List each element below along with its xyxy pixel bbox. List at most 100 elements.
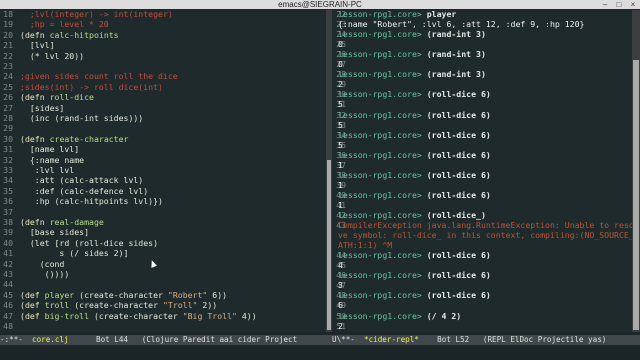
repl-line[interactable]: 26 lesson-rpg1.core> (rand-int 3) [332,49,640,60]
line-text: (defn calc-hitpoints [20,30,119,41]
token-cmd: (rand-int 3) [426,29,486,40]
repl-line[interactable]: 32 lesson-rpg1.core> (roll-dice 6) [332,110,640,121]
code-line[interactable]: 35 :def (calc-defence lvl) [0,186,326,197]
code-line[interactable]: 48 [0,321,326,332]
line-text: ;sides(int) -> roll dice(int) [20,82,163,93]
code-line[interactable]: 46 (def troll (create-character "Troll" 2… [0,300,326,311]
repl-line[interactable]: 34 lesson-rpg1.core> (roll-dice 6) [332,130,640,141]
token-txt: (create-character [74,300,163,311]
token-cmd: (roll-dice 6) [426,149,491,160]
repl-line[interactable]: 30 lesson-rpg1.core> (roll-dice 6) [332,89,640,100]
repl-line[interactable]: 24 lesson-rpg1.core> (rand-int 3) [332,29,640,40]
line-number: 48 [3,321,13,331]
code-scrollbar-thumb[interactable] [327,160,331,330]
token-prompt: lesson-rpg1.core> [338,331,427,332]
code-line[interactable]: 39 [base sides] [0,227,326,238]
code-line[interactable]: 18 ;lvl(integer) -> int(integer) [0,10,326,20]
line-text: lesson-rpg1.core> (rand-int 3) [338,49,486,60]
code-line[interactable]: 27 [sides] [0,103,326,114]
code-line[interactable]: 36 :hp (calc-hitpoints lvl)}) [0,196,326,207]
token-str: "Robert" [167,289,208,300]
token-fn: big-troll [44,310,94,321]
repl-line[interactable]: 28 lesson-rpg1.core> (rand-int 3) [332,69,640,80]
token-txt: :att (calc-attack lvl) [20,175,144,186]
repl-pane[interactable]: 22 lesson-rpg1.core> player 23 {:name "Robe… [332,10,640,332]
code-line[interactable]: 32 {:name name [0,154,326,166]
token-txt: 6)) [207,289,228,300]
repl-line[interactable]: 38 lesson-rpg1.core> (roll-dice 6) [332,169,640,181]
token-cmd: (roll-dice 6) [426,270,491,281]
modeline-code-buffer-name[interactable]: core.clj [32,335,69,344]
code-line[interactable]: 26 (defn roll-dice [0,92,326,103]
line-text: lesson-rpg1.core> (roll-dice 6) [338,270,491,281]
line-text: lesson-rpg1.core> (roll-dice 6) [338,169,491,181]
code-line[interactable]: 47 (def big-troll (create-character "Big … [0,310,326,322]
token-prompt: lesson-rpg1.core> [338,270,427,281]
code-line[interactable]: 29 [0,124,326,134]
code-line[interactable]: 21 [lvl] [0,40,326,51]
minibuffer[interactable] [0,345,640,360]
code-line[interactable]: 28 (inc (rand-int sides))) [0,113,326,124]
code-line[interactable]: 19 ;hp = level * 20 [0,19,326,30]
code-line[interactable]: 22 (* lvl 20)) [0,50,326,62]
line-text: (def big-troll (create-character "Big Tr… [20,310,257,322]
repl-line[interactable]: 50 lesson-rpg1.core> (/ 4 2) [332,310,640,322]
line-text: [lvl] [20,40,55,51]
code-line[interactable]: 30 (defn create-character [0,134,326,145]
token-str: "Troll" [162,300,198,311]
code-line[interactable]: 37 [0,207,326,218]
code-line[interactable]: 34 :att (calc-attack lvl) [0,175,326,186]
code-editor-pane[interactable]: 18 ;lvl(integer) -> int(integer) 19 ;hp =… [0,10,326,332]
repl-line[interactable]: 48 lesson-rpg1.core> (roll-dice 6) [332,290,640,301]
token-prompt: lesson-rpg1.core> [338,169,427,180]
line-text: [base sides] [20,227,90,238]
token-out: 0 [338,59,343,70]
line-number: 22 [3,50,13,61]
code-line[interactable]: 38 (defn real-damage [0,217,326,228]
repl-line[interactable]: 46 lesson-rpg1.core> (roll-dice 6) [332,270,640,281]
line-text: ;lvl(integer) -> int(integer) [20,10,173,20]
code-line[interactable]: 44 [0,280,326,290]
token-cmd: (roll-dice_) [426,210,486,220]
token-txt: 2)) [197,300,218,311]
line-number: 23 [3,61,13,71]
token-out: 2 [338,79,343,90]
token-prompt: lesson-rpg1.core> [338,49,427,60]
code-line[interactable]: 45 (def player (create-character "Robert"… [0,289,326,301]
code-line[interactable]: 23 [0,61,326,72]
code-line[interactable]: 42 (cond [0,259,326,270]
minimize-icon[interactable]: – [598,0,612,9]
code-line[interactable]: 41 s (/ sides 2)] [0,248,326,259]
token-cmd: (roll-dice 6) [426,89,491,100]
repl-scrollbar-thumb[interactable] [633,60,639,330]
code-line[interactable]: 33 :lvl lvl [0,165,326,176]
token-cmd: (rand-int 3) [426,49,486,60]
line-text: (* lvl 20)) [20,50,85,62]
token-prompt: lesson-rpg1.core> [338,310,427,321]
code-line[interactable]: 25 ;sides(int) -> roll dice(int) [0,82,326,93]
token-cmt: ;lvl(integer) -> int(integer) [20,10,173,19]
repl-line[interactable]: 44 lesson-rpg1.core> (roll-dice 6) [332,250,640,261]
line-text: :att (calc-attack lvl) [20,175,144,186]
code-line[interactable]: 43 ()))) [0,269,326,280]
token-fn: real-damage [49,217,104,227]
line-number: 29 [3,123,13,134]
code-line[interactable]: 20 (defn calc-hitpoints [0,30,326,41]
close-icon[interactable]: × [626,0,640,9]
repl-line[interactable]: 40 lesson-rpg1.core> (roll-dice 6) [332,190,640,201]
token-txt: :hp (calc-hitpoints lvl)}) [20,196,163,207]
code-line[interactable]: 40 (let [rd (roll-dice sides) [0,238,326,249]
code-line[interactable]: 24 ;given sides count roll the dice [0,71,326,82]
modeline-repl-buffer-name[interactable]: *cider-repl* [364,335,419,344]
line-number: 28 [3,113,13,123]
code-line[interactable]: 31 [name lvl] [0,144,326,155]
token-out: 1 [338,199,343,210]
repl-scrollbar[interactable] [632,10,640,332]
line-number: 44 [3,279,13,290]
line-text: :hp (calc-hitpoints lvl)}) [20,196,163,207]
token-txt: (* lvl 20)) [20,50,85,61]
token-txt: [base sides] [20,227,90,238]
maximize-icon[interactable]: □ [612,0,626,9]
repl-line[interactable]: 36 lesson-rpg1.core> (roll-dice 6) [332,149,640,161]
line-number: 32 [3,154,13,165]
